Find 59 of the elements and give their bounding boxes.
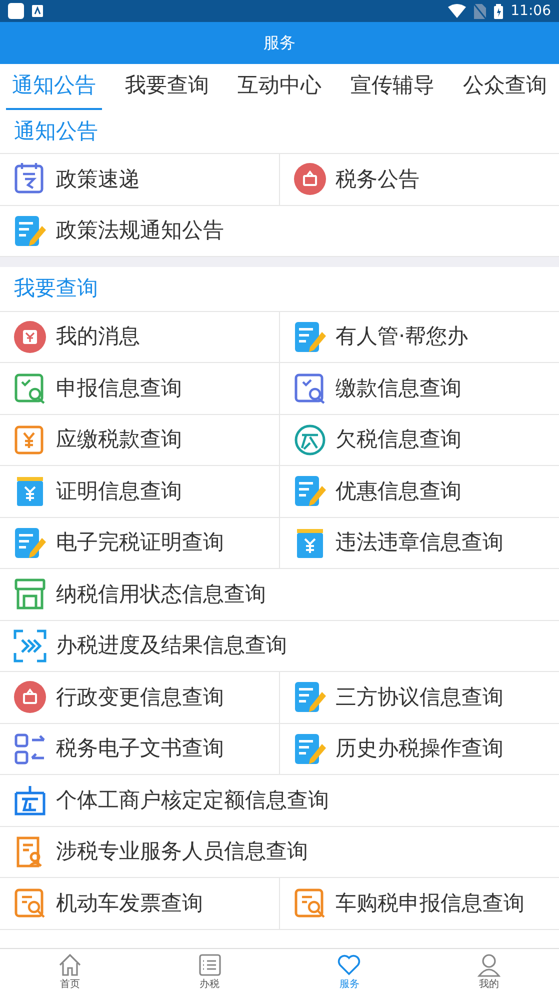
keyboard-icon	[32, 5, 43, 17]
service-item[interactable]: 违法违章信息查询	[280, 518, 559, 569]
service-item[interactable]: 应缴税款查询	[0, 414, 280, 466]
section-title: 通知公告	[14, 118, 98, 142]
service-item[interactable]: 税务电子文书查询	[0, 724, 280, 775]
scan-arrows-icon	[13, 628, 47, 663]
section-title: 我要查询	[14, 276, 98, 300]
tab[interactable]: 我要查询	[118, 68, 215, 110]
service-item[interactable]: 行政变更信息查询	[0, 672, 280, 724]
tab[interactable]: 宣传辅导	[344, 68, 440, 110]
sim-icon	[474, 4, 486, 18]
service-item[interactable]: 税务公告	[280, 154, 559, 206]
yen-badge-icon	[13, 320, 47, 354]
document-search-icon	[13, 886, 47, 920]
document-pencil-icon	[13, 526, 47, 560]
clock-time: 11:06	[510, 2, 551, 20]
nav-tab[interactable]: 服务	[280, 949, 420, 995]
person-icon	[477, 952, 502, 976]
service-item[interactable]: 机动车发票查询	[0, 878, 280, 930]
document-pencil-icon	[292, 680, 326, 714]
service-item[interactable]: 电子完税证明查询	[0, 518, 280, 569]
service-item[interactable]: 车购税申报信息查询	[280, 878, 559, 930]
service-item[interactable]: 缴款信息查询	[280, 363, 559, 414]
app-icon	[8, 3, 24, 19]
nav-tab[interactable]: 办税	[140, 949, 280, 995]
page-title: 服务	[264, 32, 296, 54]
service-item[interactable]: 有人管·帮您办	[280, 312, 559, 363]
wifi-icon	[448, 4, 466, 18]
service-item[interactable]: 办税进度及结果信息查询	[0, 620, 559, 672]
document-pencil-icon	[13, 214, 47, 248]
service-item[interactable]: 证明信息查询	[0, 466, 280, 518]
payment-search-icon	[292, 371, 326, 406]
list-icon	[198, 952, 222, 976]
clipboard-search-icon	[13, 371, 47, 406]
exchange-icon	[13, 732, 47, 766]
storefront-icon	[13, 577, 47, 612]
document-search-icon	[292, 886, 326, 920]
document-pencil-icon	[292, 320, 326, 354]
house-badge-icon	[13, 680, 47, 714]
service-item[interactable]: 政策速递	[0, 154, 280, 206]
service-item[interactable]: 政策法规通知公告	[0, 206, 559, 257]
service-item[interactable]: 欠税信息查询	[280, 414, 559, 466]
service-item[interactable]: 历史办税操作查询	[280, 724, 559, 775]
document-pencil-icon	[292, 732, 326, 766]
service-item[interactable]: 申报信息查询	[0, 363, 280, 414]
tab[interactable]: 公众查询	[457, 68, 553, 110]
nav-tab[interactable]: 首页	[0, 949, 140, 995]
tab[interactable]: 互动中心	[232, 68, 328, 110]
home-icon	[58, 952, 82, 976]
battery-icon	[494, 4, 503, 18]
tab[interactable]: 通知公告	[6, 68, 102, 110]
service-item[interactable]: 优惠信息查询	[280, 466, 559, 518]
service-item[interactable]: 三方协议信息查询	[280, 672, 559, 724]
service-item[interactable]: 涉税专业服务人员信息查询	[0, 826, 559, 878]
document-pencil-icon	[292, 474, 326, 508]
heart-icon	[337, 952, 362, 976]
service-item[interactable]: 我的消息	[0, 312, 280, 363]
nav-tab[interactable]: 我的	[419, 949, 559, 995]
house-badge-icon	[292, 162, 326, 196]
